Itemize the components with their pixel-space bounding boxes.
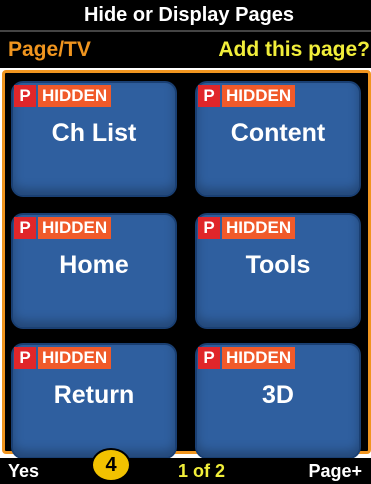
- hidden-tag: P HIDDEN: [14, 85, 112, 107]
- pages-grid: P HIDDEN Ch List P HIDDEN Content P HIDD…: [2, 70, 371, 459]
- tile-label: 3D: [262, 381, 294, 409]
- tile-label: Content: [230, 119, 326, 147]
- tile-label: Home: [59, 251, 129, 279]
- screen-title: Hide or Display Pages: [83, 3, 295, 26]
- page-tile-tools[interactable]: P HIDDEN Tools: [195, 213, 361, 329]
- hidden-tag: P HIDDEN: [14, 217, 112, 239]
- page-indicator: 1 of 2: [178, 460, 226, 481]
- p-badge: P: [14, 347, 36, 369]
- page-tile-ch-list[interactable]: P HIDDEN Ch List: [11, 81, 177, 197]
- header-bar: Page/TV Add this page?: [0, 32, 371, 68]
- hidden-label: HIDDEN: [222, 217, 296, 239]
- page-tile-return[interactable]: P HIDDEN Return: [11, 343, 177, 459]
- hidden-label: HIDDEN: [38, 85, 112, 107]
- callout-number-badge: 4: [91, 448, 131, 482]
- tile-label: Ch List: [51, 119, 137, 147]
- remote-screen: Hide or Display Pages Page/TV Add this p…: [0, 0, 371, 484]
- hidden-tag: P HIDDEN: [198, 85, 296, 107]
- p-badge: P: [14, 217, 36, 239]
- tile-label: Return: [53, 381, 135, 409]
- p-badge: P: [14, 85, 36, 107]
- yes-softkey[interactable]: Yes: [8, 461, 39, 482]
- hidden-label: HIDDEN: [222, 347, 296, 369]
- hidden-tag: P HIDDEN: [198, 217, 296, 239]
- title-bar: Hide or Display Pages: [0, 0, 371, 32]
- softkey-bar: Yes 1 of 2 Page+: [0, 458, 371, 484]
- page-tile-content[interactable]: P HIDDEN Content: [195, 81, 361, 197]
- page-tile-3d[interactable]: P HIDDEN 3D: [195, 343, 361, 459]
- p-badge: P: [198, 347, 220, 369]
- hidden-label: HIDDEN: [222, 85, 296, 107]
- tile-label: Tools: [245, 251, 311, 279]
- hidden-label: HIDDEN: [38, 217, 112, 239]
- page-tv-label: Page/TV: [8, 38, 91, 61]
- p-badge: P: [198, 85, 220, 107]
- add-page-prompt: Add this page?: [218, 38, 370, 61]
- hidden-tag: P HIDDEN: [14, 347, 112, 369]
- hidden-label: HIDDEN: [38, 347, 112, 369]
- p-badge: P: [198, 217, 220, 239]
- page-plus-softkey[interactable]: Page+: [308, 461, 362, 482]
- page-tile-home[interactable]: P HIDDEN Home: [11, 213, 177, 329]
- hidden-tag: P HIDDEN: [198, 347, 296, 369]
